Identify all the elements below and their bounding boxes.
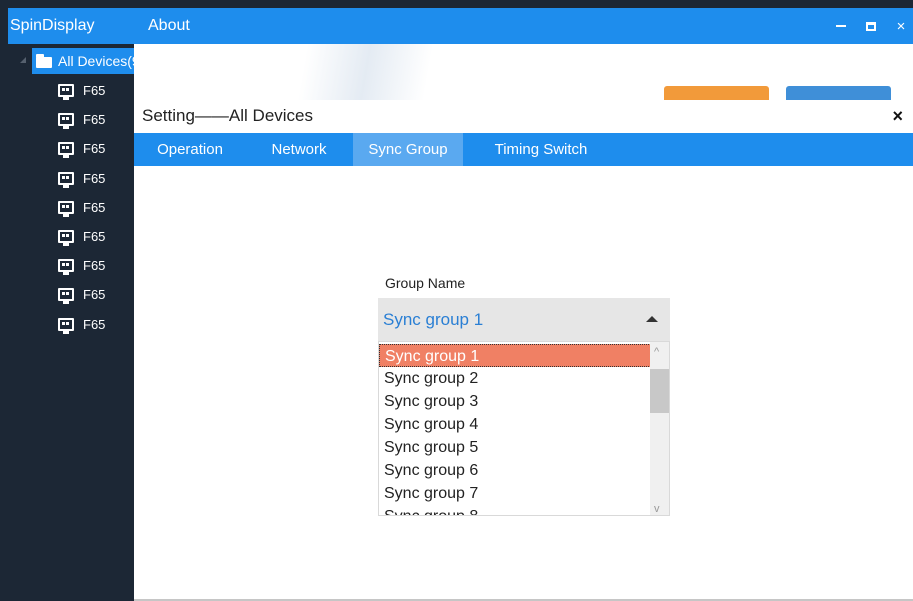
app-window: SpinDisplay About × All Devices(9) F65 F…: [0, 0, 913, 601]
group-dropdown-list: Sync group 1 Sync group 2 Sync group 3 S…: [378, 341, 670, 516]
device-item[interactable]: F65: [58, 222, 105, 251]
background-button-blue: [786, 86, 891, 100]
device-label: F65: [83, 199, 106, 215]
device-label: F65: [83, 83, 106, 99]
device-item[interactable]: F65: [58, 105, 105, 134]
device-label: F65: [83, 112, 106, 128]
device-label: F65: [83, 141, 106, 157]
dropdown-option[interactable]: Sync group 3: [379, 390, 651, 413]
device-label: F65: [83, 229, 106, 245]
close-icon[interactable]: ×: [889, 14, 913, 38]
combo-selected-value: Sync group 1: [383, 310, 484, 329]
group-name-label: Group Name: [385, 275, 466, 291]
app-title[interactable]: SpinDisplay: [8, 17, 148, 35]
background-button-orange: [664, 86, 769, 100]
folder-icon: [36, 54, 52, 68]
monitor-icon: [58, 113, 74, 130]
dropdown-option[interactable]: Sync group 1: [379, 344, 651, 367]
device-item[interactable]: F65: [58, 164, 105, 193]
tab-operation[interactable]: Operation: [144, 133, 236, 166]
device-label: F65: [83, 287, 106, 303]
dropdown-scrollbar[interactable]: ^ v: [650, 342, 669, 515]
tree-expand-icon[interactable]: [20, 57, 26, 63]
tab-network[interactable]: Network: [256, 133, 342, 166]
device-label: F65: [83, 258, 106, 274]
chevron-up-icon[interactable]: [646, 316, 658, 322]
device-label: F65: [83, 316, 106, 332]
menubar: SpinDisplay About ×: [8, 8, 913, 44]
dropdown-option[interactable]: Sync group 8: [379, 505, 651, 515]
monitor-icon: [58, 84, 74, 101]
monitor-icon: [58, 230, 74, 247]
monitor-icon: [58, 317, 74, 334]
monitor-icon: [58, 142, 74, 159]
settings-dialog: Setting——All Devices × Operation Network…: [134, 100, 913, 601]
dialog-title: Setting——All Devices: [142, 106, 314, 125]
dropdown-option[interactable]: Sync group 4: [379, 413, 651, 436]
tab-bar: Operation Network Sync Group Timing Swit…: [134, 133, 913, 166]
scroll-up-icon[interactable]: ^: [654, 346, 659, 358]
maximize-icon[interactable]: [859, 14, 883, 38]
device-item[interactable]: F65: [58, 134, 105, 163]
device-sidebar: All Devices(9) F65 F65 F65 F65 F65 F65 F…: [8, 44, 210, 601]
group-name-combobox[interactable]: Sync group 1: [378, 298, 670, 341]
tab-timing-switch[interactable]: Timing Switch: [482, 133, 600, 166]
device-item[interactable]: F65: [58, 280, 105, 309]
monitor-icon: [58, 200, 74, 217]
dropdown-option[interactable]: Sync group 5: [379, 436, 651, 459]
window-controls: ×: [823, 8, 913, 44]
menu-about[interactable]: About: [148, 17, 190, 35]
tab-sync-group[interactable]: Sync Group: [353, 133, 463, 166]
dropdown-option[interactable]: Sync group 2: [379, 367, 651, 390]
device-item[interactable]: F65: [58, 193, 105, 222]
minimize-icon[interactable]: [829, 14, 853, 38]
monitor-icon: [58, 288, 74, 305]
scroll-thumb[interactable]: [650, 369, 669, 413]
device-label: F65: [83, 170, 106, 186]
tree-root-label: All Devices(9): [58, 53, 145, 69]
dropdown-option[interactable]: Sync group 7: [379, 482, 651, 505]
monitor-icon: [58, 171, 74, 188]
close-icon[interactable]: ×: [892, 106, 903, 127]
dropdown-option[interactable]: Sync group 6: [379, 459, 651, 482]
device-list: F65 F65 F65 F65 F65 F65 F65 F65 F65: [58, 76, 105, 339]
device-item[interactable]: F65: [58, 251, 105, 280]
device-item[interactable]: F65: [58, 310, 105, 339]
monitor-icon: [58, 259, 74, 276]
background-banner: [134, 44, 913, 100]
scroll-down-icon[interactable]: v: [654, 503, 660, 515]
device-item[interactable]: F65: [58, 76, 105, 105]
